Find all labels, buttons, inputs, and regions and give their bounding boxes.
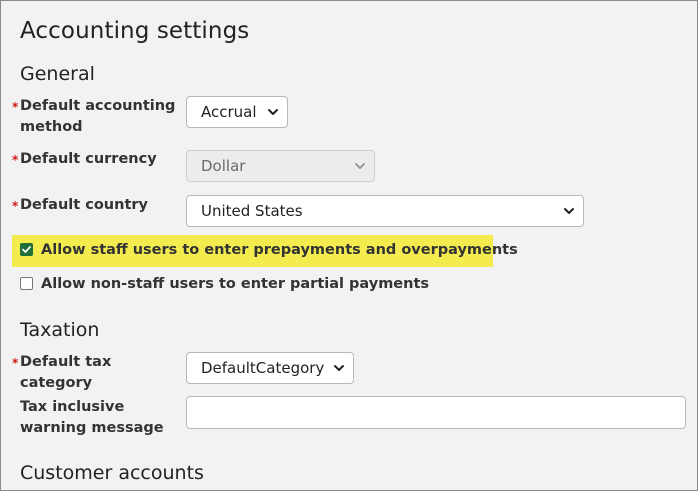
accounting-method-value: Accrual [201,103,257,121]
tax-category-value: DefaultCategory [201,359,325,377]
tax-category-label: Default tax category [20,354,112,391]
accounting-method-select[interactable]: Accrual [186,96,288,128]
checkmark-icon [22,246,31,253]
section-heading-taxation: Taxation [20,319,100,341]
country-value: United States [201,202,303,220]
chevron-down-icon [564,208,574,214]
prepayments-checkbox[interactable] [20,243,33,256]
page-title: Accounting settings [20,18,250,44]
section-heading-customer-accounts: Customer accounts [20,462,204,484]
accounting-method-label: Default accounting method [20,98,176,135]
chevron-down-icon [268,109,278,115]
required-mark: * [12,153,19,167]
tax-warning-label: Tax inclusive warning message [20,399,164,436]
country-label: Default country [20,197,148,213]
chevron-down-icon [334,365,344,371]
tax-warning-input[interactable] [186,396,686,429]
partial-payments-checkbox-label: Allow non-staff users to enter partial p… [41,276,430,292]
section-heading-general: General [20,63,95,85]
prepayments-checkbox-label: Allow staff users to enter prepayments a… [41,242,518,258]
required-mark: * [12,100,19,114]
currency-value: Dollar [201,157,246,175]
tax-category-select[interactable]: DefaultCategory [186,352,354,384]
required-mark: * [12,199,19,213]
currency-select[interactable]: Dollar [186,150,375,182]
accounting-settings-panel: Accounting settings General * Default ac… [0,0,698,491]
partial-payments-checkbox[interactable] [20,277,33,290]
country-select[interactable]: United States [186,195,584,227]
currency-label: Default currency [20,151,157,167]
required-mark: * [12,356,19,370]
chevron-down-icon [355,163,365,169]
